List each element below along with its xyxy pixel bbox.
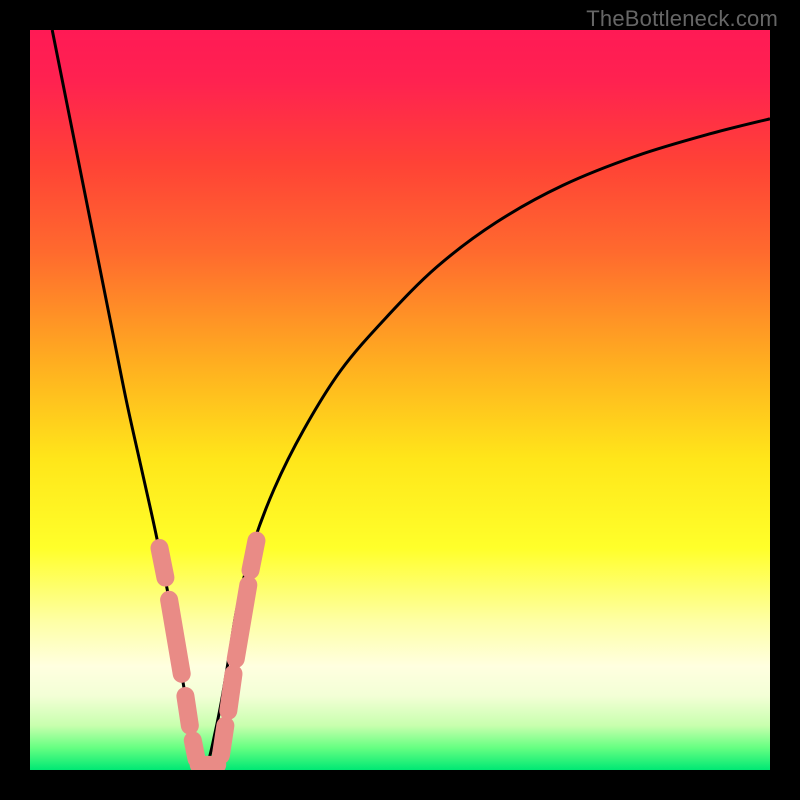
curve-markers — [160, 541, 257, 765]
marker-capsule — [193, 740, 197, 759]
marker-capsule — [169, 600, 182, 674]
marker-capsule — [251, 541, 257, 571]
bottleneck-curve — [52, 30, 770, 766]
plot-area — [30, 30, 770, 770]
watermark-text: TheBottleneck.com — [586, 6, 778, 32]
marker-capsule — [185, 696, 189, 726]
marker-capsule — [228, 674, 233, 711]
marker-capsule — [160, 548, 166, 578]
marker-capsule — [236, 585, 249, 659]
marker-capsule — [221, 726, 225, 756]
chart-frame: TheBottleneck.com — [0, 0, 800, 800]
curve-layer — [30, 30, 770, 770]
